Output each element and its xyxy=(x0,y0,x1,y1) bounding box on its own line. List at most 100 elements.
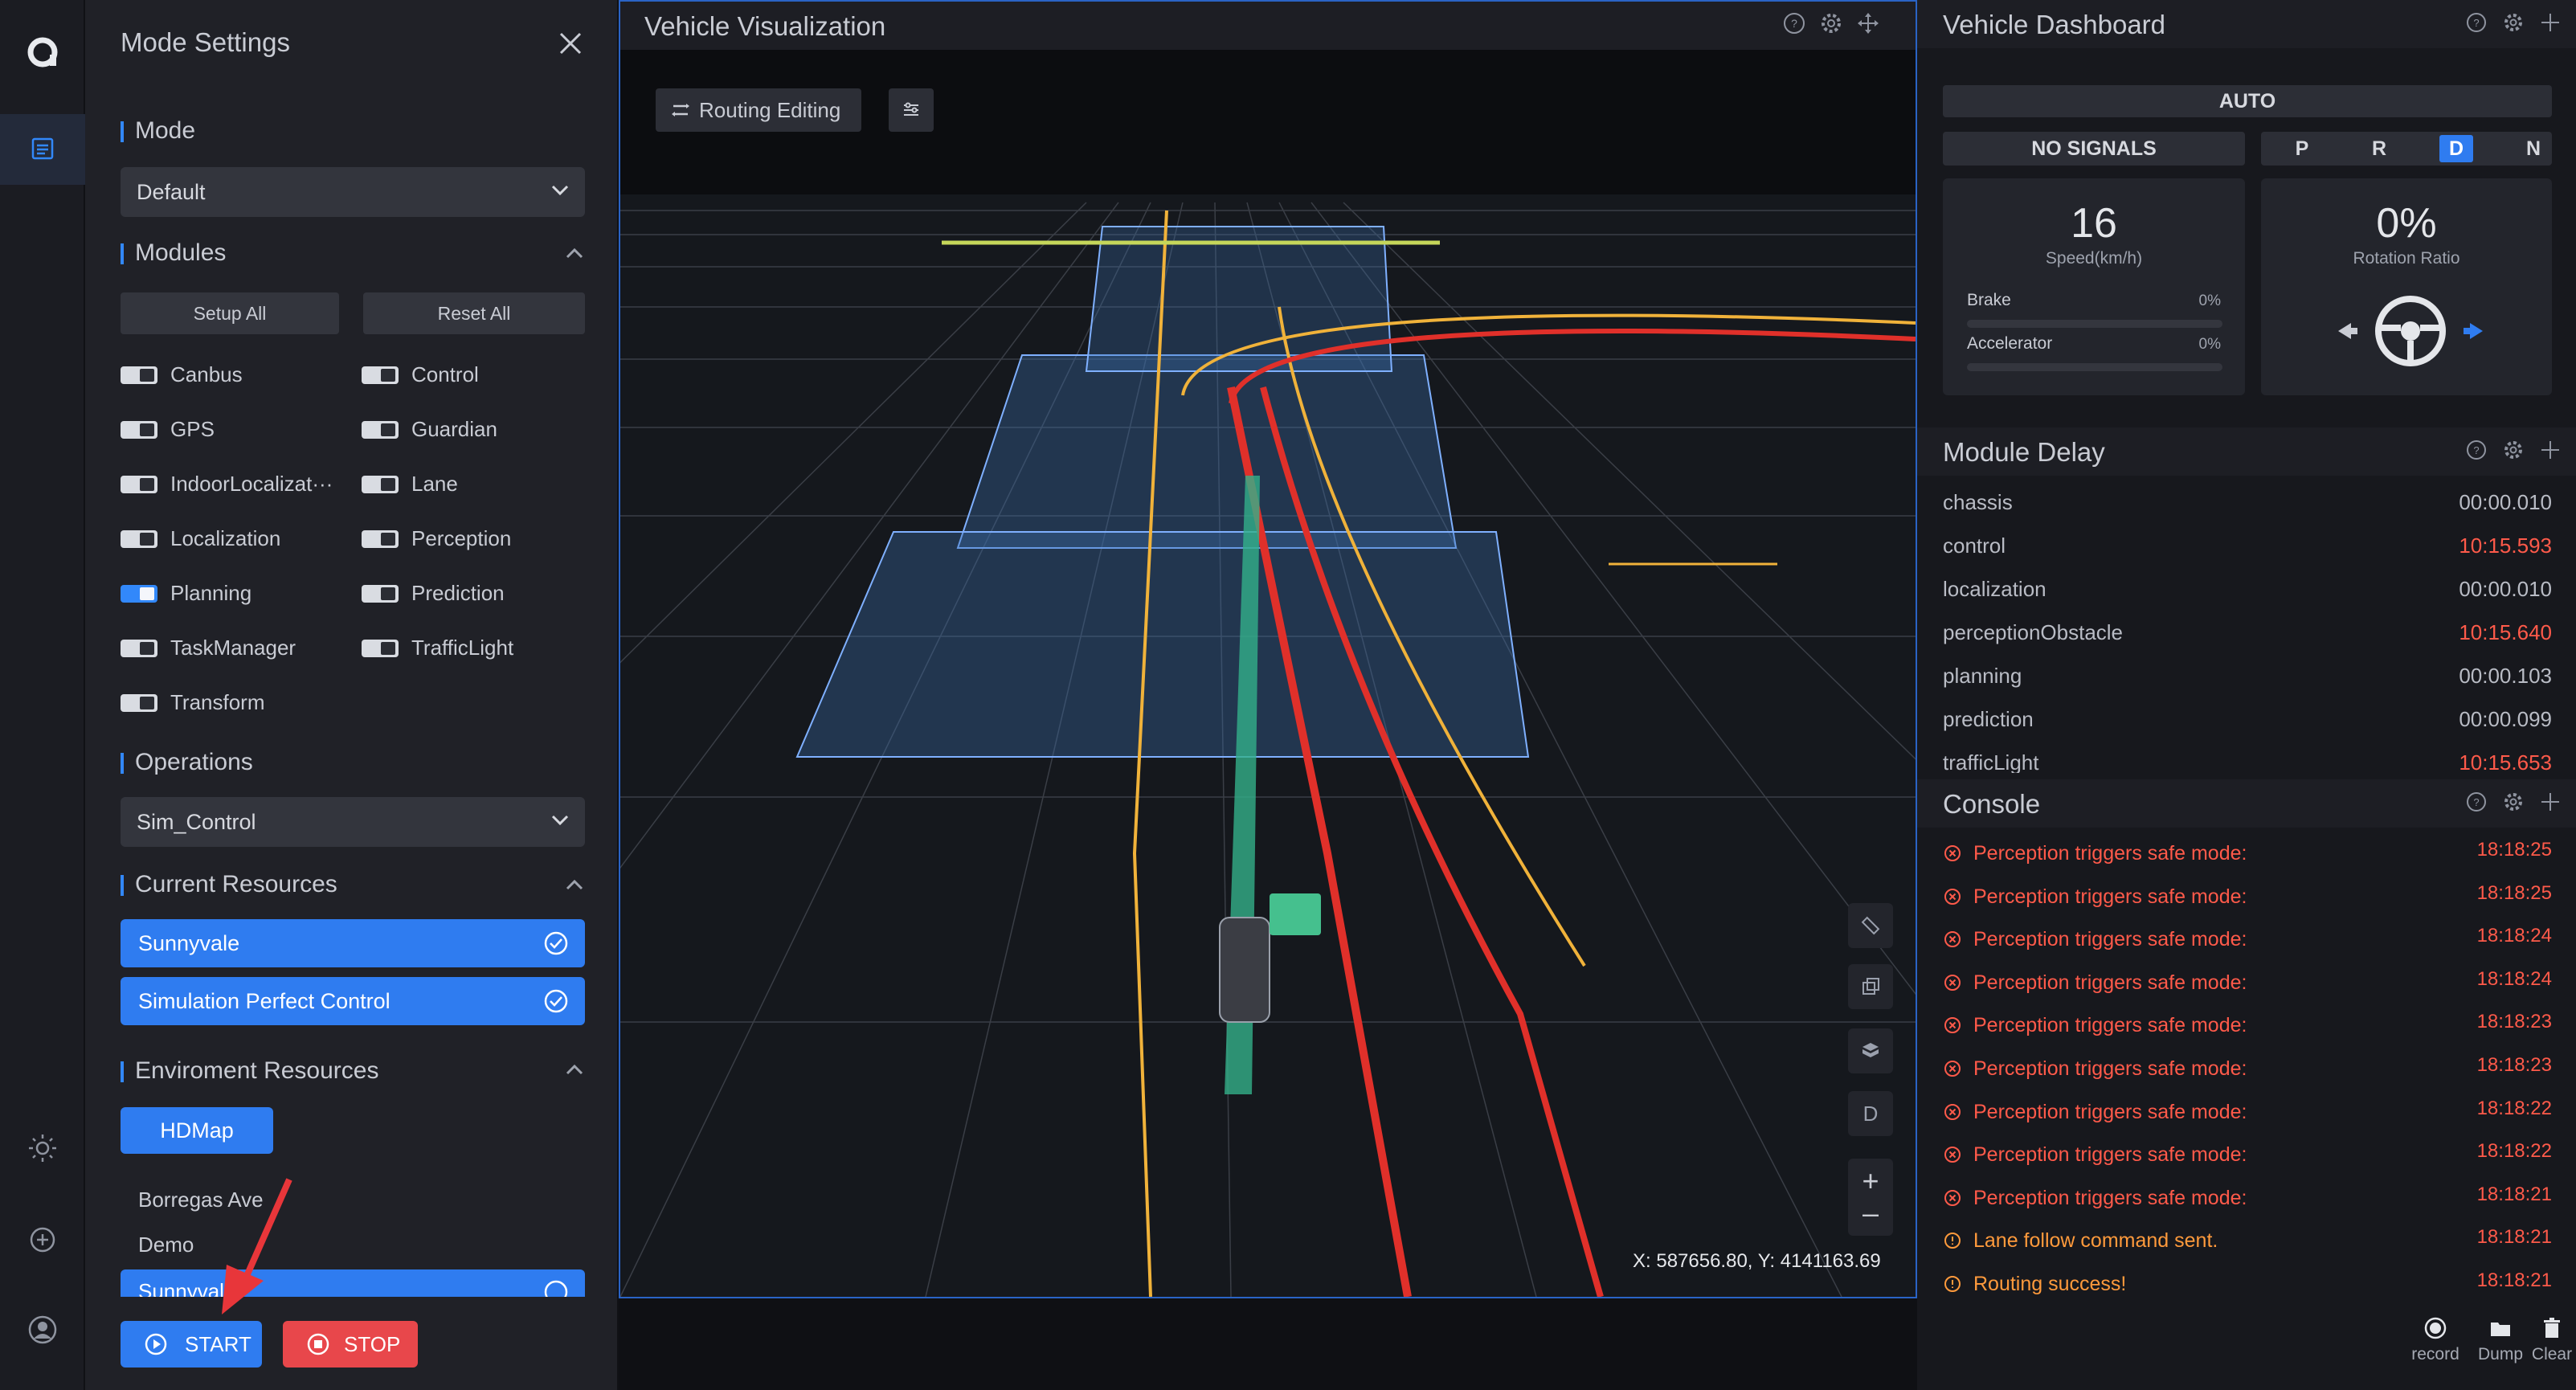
console-row: Perception triggers safe mode: 18:18:22 xyxy=(1943,1098,2552,1130)
module-toggle-lane[interactable]: Lane xyxy=(362,468,458,500)
dump-button[interactable]: Dump xyxy=(2476,1316,2525,1364)
dashboard-header: Vehicle Dashboard ? xyxy=(1917,0,2576,48)
cube-icon xyxy=(1862,1043,1879,1057)
gear-icon[interactable] xyxy=(2502,791,2525,813)
ruler-tool-button[interactable] xyxy=(1848,903,1893,948)
gear-icon[interactable] xyxy=(2502,439,2525,461)
stop-button[interactable]: STOP xyxy=(283,1321,418,1368)
delay-module-name: control xyxy=(1943,534,2006,558)
move-icon[interactable] xyxy=(2539,791,2562,813)
delay-module-name: planning xyxy=(1943,664,2022,688)
delay-row: perceptionObstacle 10:15.640 xyxy=(1943,620,2552,645)
gear-icon[interactable] xyxy=(1819,11,1843,35)
svg-text:?: ? xyxy=(2473,796,2479,808)
help-icon[interactable]: ? xyxy=(2465,439,2488,461)
close-icon[interactable] xyxy=(556,29,585,58)
move-icon[interactable] xyxy=(1856,11,1880,35)
chevron-up-icon[interactable] xyxy=(564,243,585,264)
module-toggle-gps[interactable]: GPS xyxy=(121,413,215,445)
gear-icon[interactable] xyxy=(2502,11,2525,34)
svg-text:?: ? xyxy=(1791,17,1797,30)
copy-view-button[interactable] xyxy=(1848,964,1893,1009)
chevron-up-icon[interactable] xyxy=(564,874,585,895)
toggle-switch[interactable] xyxy=(362,530,399,548)
delay-module-name: trafficLight xyxy=(1943,750,2039,773)
play-circle-icon xyxy=(145,1333,167,1355)
toggle-switch[interactable] xyxy=(362,476,399,493)
layer-settings-button[interactable] xyxy=(889,88,934,132)
record-button[interactable]: record xyxy=(2399,1316,2472,1364)
default-view-button[interactable]: D xyxy=(1848,1091,1893,1136)
toggle-switch[interactable] xyxy=(121,421,157,439)
nav-mode-settings[interactable] xyxy=(0,114,85,185)
sun-icon[interactable] xyxy=(27,1133,58,1163)
resource-item-sunnyvale[interactable]: Sunnyvale xyxy=(121,919,585,967)
module-toggle-taskmanager[interactable]: TaskManager xyxy=(121,632,296,664)
toggle-switch[interactable] xyxy=(362,366,399,384)
module-toggle-trafficlight[interactable]: TrafficLight xyxy=(362,632,513,664)
module-delay-header: Module Delay ? xyxy=(1917,427,2576,476)
module-toggle-prediction[interactable]: Prediction xyxy=(362,577,505,609)
routing-editing-button[interactable]: Routing Editing xyxy=(656,88,861,132)
gear-r: R xyxy=(2371,137,2387,160)
delay-row: chassis 00:00.010 xyxy=(1943,490,2552,515)
right-column: Vehicle Dashboard ? AUTO NO SIGNALS P R … xyxy=(1917,0,2576,1390)
module-label: GPS xyxy=(170,417,215,441)
svg-text:?: ? xyxy=(2473,17,2479,29)
3d-view-button[interactable] xyxy=(1848,1028,1893,1073)
help-icon[interactable]: ? xyxy=(2465,11,2488,34)
speed-card: 16 Speed(km/h) Brake 0% Accelerator 0% xyxy=(1943,178,2245,395)
console-row: Perception triggers safe mode: 18:18:23 xyxy=(1943,1054,2552,1086)
toggle-switch[interactable] xyxy=(362,585,399,603)
error-circle-icon xyxy=(1944,1147,1961,1163)
move-icon[interactable] xyxy=(2539,439,2562,461)
module-toggle-control[interactable]: Control xyxy=(362,358,479,390)
start-button[interactable]: START xyxy=(121,1321,262,1368)
module-toggle-localization[interactable]: Localization xyxy=(121,522,280,554)
module-toggle-planning[interactable]: Planning xyxy=(121,577,251,609)
module-toggle-transform[interactable]: Transform xyxy=(121,686,265,718)
clear-button[interactable]: Clear xyxy=(2528,1316,2576,1364)
plus-circle-icon[interactable] xyxy=(27,1224,58,1255)
console-message: Perception triggers safe mode: xyxy=(1973,928,2247,951)
module-toggle-indoorlocalizat[interactable]: IndoorLocalizat··· xyxy=(121,468,333,500)
chevron-up-icon[interactable] xyxy=(564,1059,585,1080)
toggle-switch[interactable] xyxy=(362,640,399,657)
mode-select[interactable]: Default xyxy=(121,167,585,217)
module-label: TaskManager xyxy=(170,636,296,660)
mode-settings-panel: Mode Settings Mode Default Modules Setup… xyxy=(85,0,619,1390)
tab-hdmap[interactable]: HDMap xyxy=(121,1107,273,1154)
operations-select[interactable]: Sim_Control xyxy=(121,797,585,847)
module-toggle-perception[interactable]: Perception xyxy=(362,522,511,554)
brake-label: Brake xyxy=(1967,291,2011,309)
delay-module-name: perceptionObstacle xyxy=(1943,620,2124,644)
toggle-switch[interactable] xyxy=(121,530,157,548)
scene-3d-view[interactable] xyxy=(620,50,1916,1297)
toggle-switch[interactable] xyxy=(121,366,157,384)
toggle-switch[interactable] xyxy=(121,476,157,493)
toggle-switch[interactable] xyxy=(121,640,157,657)
console-row: Perception triggers safe mode: 18:18:24 xyxy=(1943,968,2552,1000)
map-item-sunnyvale[interactable]: Sunnyvale xyxy=(121,1269,585,1297)
module-label: Control xyxy=(411,362,479,386)
resource-item-sim-control[interactable]: Simulation Perfect Control xyxy=(121,977,585,1025)
toggle-switch[interactable] xyxy=(362,421,399,439)
left-rail xyxy=(0,0,85,1390)
toggle-switch[interactable] xyxy=(121,694,157,712)
module-toggle-canbus[interactable]: Canbus xyxy=(121,358,243,390)
help-icon[interactable]: ? xyxy=(2465,791,2488,813)
module-toggle-guardian[interactable]: Guardian xyxy=(362,413,497,445)
toggle-switch[interactable] xyxy=(121,585,157,603)
logo-icon[interactable] xyxy=(22,32,63,72)
user-icon[interactable] xyxy=(27,1314,58,1345)
reset-all-button[interactable]: Reset All xyxy=(363,292,585,334)
zoom-out-button[interactable]: – xyxy=(1848,1199,1893,1228)
annotation-arrow-icon xyxy=(222,1178,292,1314)
console-time: 18:18:24 xyxy=(2476,967,2552,990)
module-label: TrafficLight xyxy=(411,636,514,660)
help-icon[interactable]: ? xyxy=(1782,11,1806,35)
setup-all-button[interactable]: Setup All xyxy=(121,292,339,334)
zoom-in-button[interactable]: + xyxy=(1848,1167,1893,1196)
move-icon[interactable] xyxy=(2539,11,2562,34)
map-item-demo[interactable]: Demo xyxy=(138,1233,194,1257)
